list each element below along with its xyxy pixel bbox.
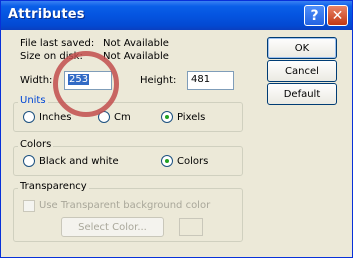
transparency-group-label: Transparency [18, 181, 89, 192]
file-last-saved-label: File last saved: [20, 38, 95, 49]
black-and-white-label[interactable]: Black and white [39, 156, 119, 167]
colors-label[interactable]: Colors [177, 156, 208, 167]
highlight-circle [53, 51, 119, 117]
default-button[interactable]: Default [267, 83, 337, 105]
pixels-radio[interactable] [161, 111, 173, 123]
units-group-label: Units [18, 95, 48, 106]
height-label: Height: [140, 75, 177, 86]
inches-label[interactable]: Inches [39, 112, 72, 123]
cancel-button[interactable]: Cancel [267, 60, 337, 82]
use-transparent-checkbox[interactable] [23, 200, 35, 212]
attributes-dialog: Attributes ? ✕ File last saved: Not Avai… [0, 0, 353, 258]
height-value: 481 [191, 74, 211, 85]
ok-button[interactable]: OK [267, 37, 337, 59]
title-bar[interactable]: Attributes ? ✕ [1, 1, 352, 30]
black-and-white-radio[interactable] [23, 155, 35, 167]
close-button[interactable]: ✕ [327, 5, 348, 26]
pixels-label[interactable]: Pixels [177, 112, 205, 123]
width-label: Width: [20, 75, 53, 86]
colors-radio[interactable] [161, 155, 173, 167]
colors-group-label: Colors [18, 139, 54, 150]
dialog-title: Attributes [8, 7, 85, 22]
select-color-button[interactable]: Select Color... [61, 217, 164, 237]
height-input[interactable]: 481 [187, 71, 234, 90]
help-button[interactable]: ? [304, 5, 325, 26]
inches-radio[interactable] [23, 111, 35, 123]
cm-label[interactable]: Cm [114, 112, 131, 123]
use-transparent-label[interactable]: Use Transparent background color [39, 200, 210, 211]
file-last-saved-value: Not Available [103, 38, 169, 49]
size-on-disk-value: Not Available [103, 51, 169, 62]
color-swatch [179, 218, 203, 236]
